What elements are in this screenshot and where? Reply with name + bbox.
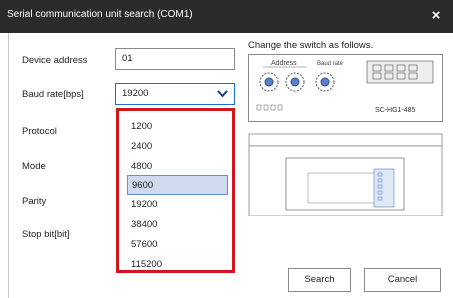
stop-bit-label: Stop bit[bit] xyxy=(22,229,70,240)
indicator-leds xyxy=(256,104,283,111)
unit-side-illustration xyxy=(248,133,443,217)
baud-option-57600[interactable]: 57600 xyxy=(127,235,228,255)
device-switch-diagram: Address Baud rate SC-HG1-485 xyxy=(256,60,434,114)
side-connector xyxy=(373,168,395,208)
title-bar: Serial communication unit search (COM1) … xyxy=(0,0,453,33)
window-title: Serial communication unit search (COM1) xyxy=(7,9,193,20)
unit-side-diagram xyxy=(248,133,443,217)
baud-option-2400[interactable]: 2400 xyxy=(127,137,228,157)
protocol-label: Protocol xyxy=(22,126,57,137)
switch-panel-illustration: Address Baud rate SC-HG1-485 xyxy=(248,54,443,122)
close-icon: × xyxy=(431,7,441,24)
baud-option-1200[interactable]: 1200 xyxy=(127,117,228,137)
chevron-down-icon xyxy=(217,90,228,98)
baud-caption: Baud rate xyxy=(317,61,344,67)
baud-option-38400[interactable]: 38400 xyxy=(127,215,228,235)
address-dial-1 xyxy=(259,72,279,92)
device-address-label: Device address xyxy=(22,55,88,66)
baud-option-19200[interactable]: 19200 xyxy=(127,195,228,215)
baud-rate-value: 19200 xyxy=(122,88,149,99)
baud-rate-label: Baud rate[bps] xyxy=(22,89,84,100)
mode-label: Mode xyxy=(22,161,46,172)
address-dial-2 xyxy=(285,72,305,92)
baud-rate-dropdown: 1200 2400 4800 9600 19200 38400 57600 11… xyxy=(116,108,235,273)
baud-dial xyxy=(315,72,335,92)
device-address-input[interactable]: 01 xyxy=(115,48,235,70)
parity-label: Parity xyxy=(22,196,47,207)
cancel-button[interactable]: Cancel xyxy=(364,268,441,292)
close-button[interactable]: × xyxy=(425,5,447,27)
search-button[interactable]: Search xyxy=(288,268,351,292)
model-label: SC-HG1-485 xyxy=(375,107,416,114)
baud-rate-select[interactable]: 19200 xyxy=(115,83,235,105)
terminal-block xyxy=(366,60,434,84)
switch-hint-text: Change the switch as follows. xyxy=(248,40,374,51)
baud-option-4800[interactable]: 4800 xyxy=(127,157,228,177)
baud-option-115200[interactable]: 115200 xyxy=(127,255,228,275)
left-border xyxy=(8,33,9,298)
device-address-value: 01 xyxy=(122,53,133,64)
baud-option-9600[interactable]: 9600 xyxy=(127,175,228,195)
address-caption: Address xyxy=(271,60,297,67)
